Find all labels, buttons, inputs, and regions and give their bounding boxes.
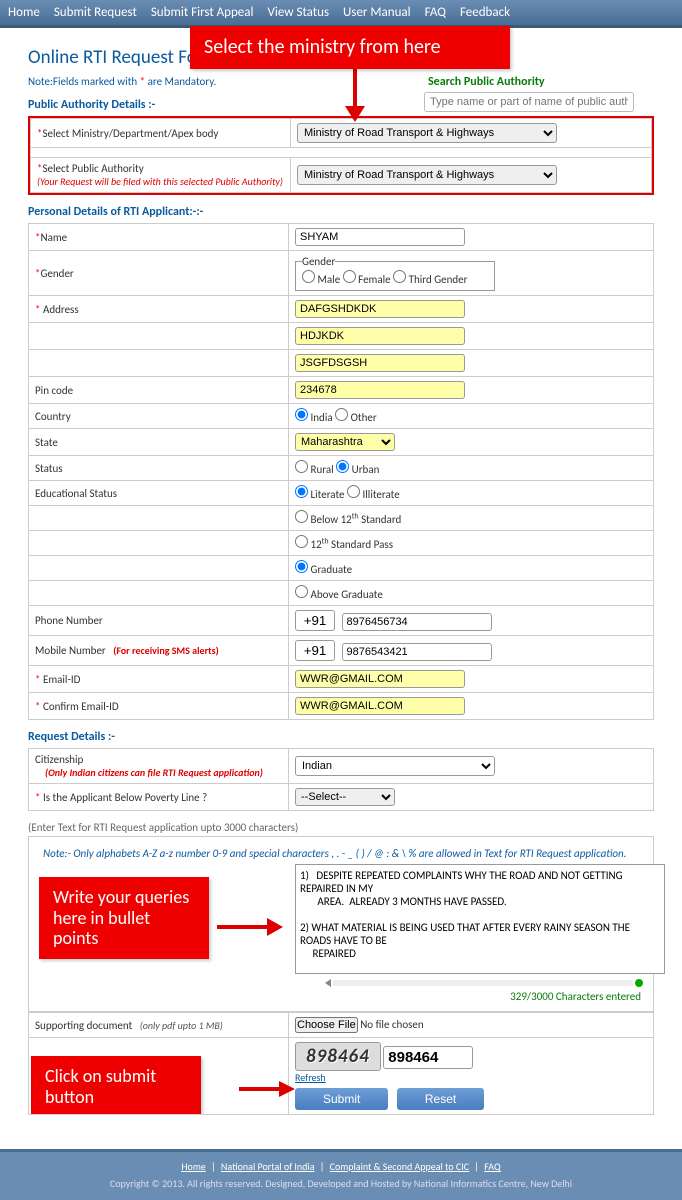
citizenship-label: Citizenship [35,753,83,766]
allowed-chars-note: Note:- Only alphabets A-Z a-z number 0-9… [35,843,647,864]
captcha-image: 898464 [295,1042,381,1071]
phone-input[interactable] [342,613,492,631]
annotation-write-queries: Write your queries here in bullet points [39,877,209,959]
address-line1-input[interactable] [295,300,465,318]
footer: Home | National Portal of India | Compla… [0,1149,682,1200]
country-india-radio[interactable] [295,408,308,421]
edu-above-graduate-radio[interactable] [295,585,308,598]
footer-home[interactable]: Home [181,1160,205,1173]
email-label: Email-ID [40,673,80,686]
authority-select[interactable]: Ministry of Road Transport & Highways [297,165,557,185]
country-other-radio[interactable] [335,408,348,421]
top-nav: Home Submit Request Submit First Appeal … [0,0,682,28]
personal-details-table: *Name *Gender Gender Male Female Third G… [28,223,654,720]
nav-faq[interactable]: FAQ [425,5,446,20]
state-label: State [29,429,289,456]
gender-label: Gender [40,267,73,280]
status-urban-radio[interactable] [336,460,349,473]
mobile-input[interactable] [342,643,492,661]
nav-home[interactable]: Home [8,5,40,20]
confirm-email-label: Confirm Email-ID [40,700,118,713]
gender-fieldset: Gender Male Female Third Gender [295,255,495,291]
state-select[interactable]: Maharashtra [295,433,395,451]
mobile-cc-input[interactable] [295,640,335,661]
captcha-input[interactable] [383,1046,473,1069]
annotation-select-ministry: Select the ministry from here [190,26,510,69]
edu-illiterate-radio[interactable] [347,485,360,498]
choose-file-button[interactable]: Choose File [295,1017,358,1033]
textarea-scroll-hint [295,978,647,988]
name-label: Name [40,231,67,244]
arrow-down-icon [335,64,375,124]
edu-graduate-radio[interactable] [295,560,308,573]
char-count: 329/3000 Characters entered [35,988,647,1005]
section-request: Request Details :- [28,730,654,744]
request-text-container: Note:- Only alphabets A-Z a-z number 0-9… [28,836,654,1012]
authority-highlight-box: *Select Ministry/Department/Apex body Mi… [28,116,654,195]
authority-label: Select Public Authority [42,162,143,175]
phone-cc-input[interactable] [295,610,335,631]
support-doc-hint: (only pdf upto 1 MB) [140,1019,223,1032]
pincode-label: Pin code [29,377,289,404]
section-authority: Public Authority Details :- [28,98,216,112]
reset-button[interactable]: Reset [397,1088,484,1110]
citizenship-select[interactable]: Indian [295,756,495,776]
text-limit-note: (Enter Text for RTI Request application … [28,819,654,836]
bpl-label: Is the Applicant Below Poverty Line ? [40,791,207,804]
footer-faq[interactable]: FAQ [484,1160,500,1173]
mobile-hint: (For receiving SMS alerts) [113,644,219,657]
address-line3-input[interactable] [295,354,465,372]
footer-copyright: Copyright © 2013. All rights reserved. D… [4,1177,678,1190]
arrow-right-icon [217,912,287,942]
support-table: Supporting document (only pdf upto 1 MB)… [28,1012,654,1115]
email-input[interactable] [295,670,465,688]
status-rural-radio[interactable] [295,460,308,473]
phone-label: Phone Number [29,606,289,636]
citizenship-hint: (Only Indian citizens can file RTI Reque… [45,766,263,779]
request-details-table: Citizenship (Only Indian citizens can fi… [28,748,654,811]
section-personal: Personal Details of RTI Applicant:-:- [28,205,654,219]
no-file-text: No file chosen [360,1018,423,1031]
ministry-select[interactable]: Ministry of Road Transport & Highways [297,123,557,143]
bpl-select[interactable]: --Select-- [295,788,395,806]
confirm-email-input[interactable] [295,697,465,715]
gender-male-radio[interactable] [302,270,315,283]
authority-hint: (Your Request will be filed with this se… [37,175,283,188]
gender-female-radio[interactable] [343,270,356,283]
captcha-refresh-link[interactable]: Refresh [295,1071,326,1084]
nav-feedback[interactable]: Feedback [460,5,510,20]
arrow-right-submit-icon [239,1076,299,1102]
submit-button[interactable]: Submit [295,1088,388,1110]
support-doc-label: Supporting document [35,1019,132,1032]
search-authority-label: Search Public Authority [428,75,654,89]
nav-submit-first-appeal[interactable]: Submit First Appeal [151,5,254,20]
country-label: Country [29,404,289,429]
status-label: Status [29,456,289,481]
edu-12pass-radio[interactable] [295,535,308,548]
gender-third-radio[interactable] [393,270,406,283]
footer-complaint-cic[interactable]: Complaint & Second Appeal to CIC [330,1160,469,1173]
address-label: Address [40,303,78,316]
search-authority-input[interactable] [424,92,634,112]
edu-below12-radio[interactable] [295,510,308,523]
gender-legend: Gender [302,255,335,268]
footer-national-portal[interactable]: National Portal of India [221,1160,315,1173]
edu-literate-radio[interactable] [295,485,308,498]
mandatory-note: Note:Fields marked with * are Mandatory. [28,75,216,88]
pincode-input[interactable] [295,381,465,399]
edu-label: Educational Status [29,481,289,506]
nav-user-manual[interactable]: User Manual [343,5,411,20]
mobile-label: Mobile Number [35,644,106,657]
annotation-click-submit: Click on submit button [31,1056,201,1115]
ministry-label: Select Ministry/Department/Apex body [42,127,218,140]
request-text-area[interactable]: 1) DESPITE REPEATED COMPLAINTS WHY THE R… [295,864,665,974]
nav-submit-request[interactable]: Submit Request [54,5,137,20]
nav-view-status[interactable]: View Status [267,5,329,20]
name-input[interactable] [295,228,465,246]
address-line2-input[interactable] [295,327,465,345]
